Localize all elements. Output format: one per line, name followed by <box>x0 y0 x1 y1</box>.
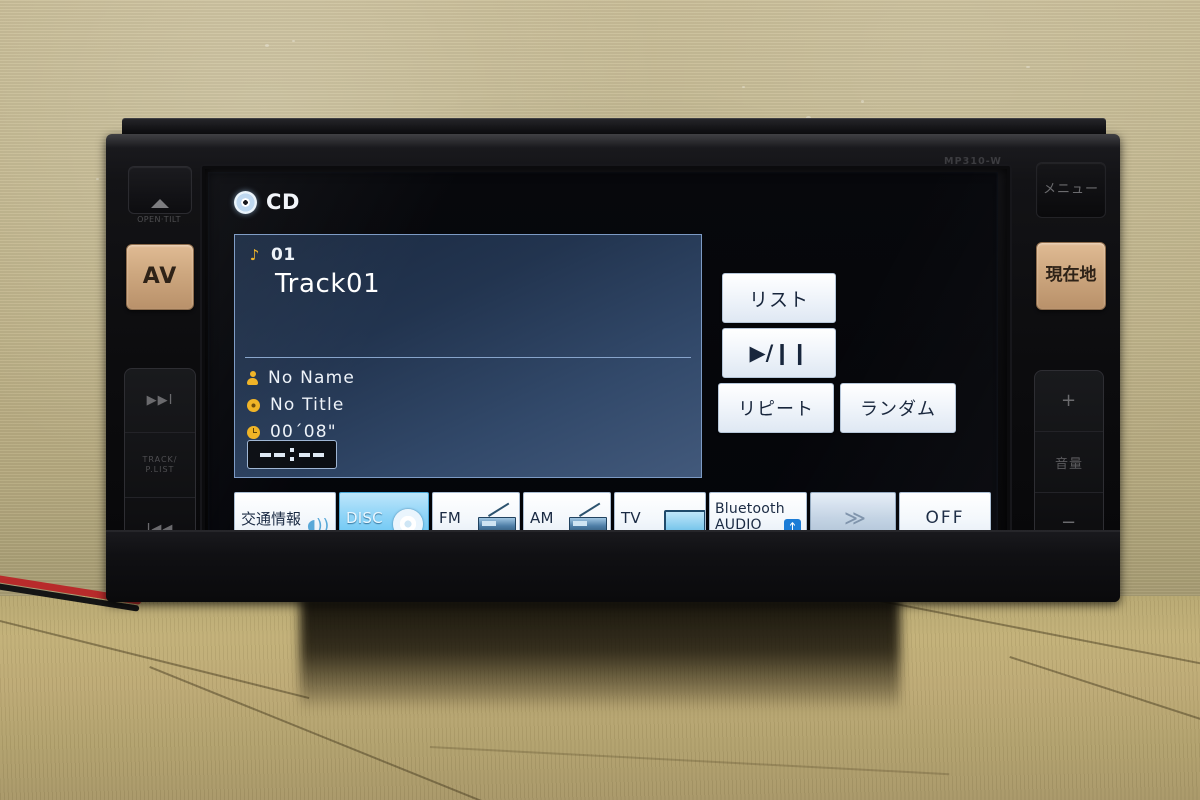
random-button[interactable]: ランダム <box>840 383 956 433</box>
chevron-right-icon: ≫ <box>844 506 866 530</box>
volume-text: 音量 <box>1054 456 1083 472</box>
disc-label: DISC <box>346 509 383 527</box>
elapsed-time: 00´08" <box>270 422 337 442</box>
track-number-row: ♪ 01 <box>247 245 296 265</box>
device-shadow <box>300 596 900 711</box>
track-metadata-list: No Name No Title 00´08" <box>247 368 355 442</box>
cd-disc-icon <box>234 190 257 214</box>
bluetooth-label-line1: Bluetooth <box>715 501 785 518</box>
repeat-button-label: リピート <box>738 399 814 420</box>
volume-up-button[interactable]: + <box>1035 371 1103 431</box>
music-note-icon: ♪ <box>249 245 260 264</box>
clock-dash <box>260 452 271 457</box>
track-playlist-label: TRACK/ P.LIST <box>125 432 195 496</box>
antenna-icon <box>487 502 510 517</box>
plus-icon: + <box>1060 390 1078 411</box>
volume-label: 音量 <box>1035 431 1103 492</box>
metadata-row-artist: No Name <box>247 368 355 388</box>
tv-label: TV <box>621 509 641 527</box>
clock-dash <box>299 452 310 457</box>
source-title: CD <box>266 190 301 214</box>
repeat-button[interactable]: リピート <box>718 383 834 433</box>
lcd-touchscreen[interactable]: CD ♪ 01 Track01 No Name No Title 00´08" … <box>208 172 998 562</box>
model-number-label: MP310-W <box>944 156 1002 167</box>
clock-dash <box>274 452 285 457</box>
unit-bottom-edge <box>106 530 1120 602</box>
person-icon <box>247 371 258 385</box>
track-label-line1: TRACK/ <box>142 454 178 464</box>
list-button-label: リスト <box>748 288 809 311</box>
metadata-row-time: 00´08" <box>247 422 355 442</box>
left-button-column: OPEN·TILT AV ▶▶I TRACK/ P.LIST <box>120 158 198 578</box>
car-audio-head-unit: MP310-W OPEN·TILT AV ▶▶I TRACK/ P.LIST メ… <box>106 118 1120 603</box>
clock-icon <box>247 425 260 439</box>
bluetooth-label: Bluetooth AUDIO <box>710 501 785 533</box>
unit-faceplate: MP310-W OPEN·TILT AV ▶▶I TRACK/ P.LIST メ… <box>106 134 1120 603</box>
av-button[interactable]: AV <box>126 244 194 310</box>
clock-dash <box>313 452 324 457</box>
open-tilt-label: OPEN·TILT <box>137 215 181 224</box>
list-button[interactable]: リスト <box>722 273 836 323</box>
current-location-button[interactable]: 現在地 <box>1036 242 1106 310</box>
current-location-label: 現在地 <box>1045 265 1097 286</box>
eject-open-tilt-button[interactable] <box>128 166 192 214</box>
next-track-icon: ▶▶I <box>146 393 174 409</box>
volume-rocker: + 音量 − <box>1034 370 1104 554</box>
am-label: AM <box>530 509 554 527</box>
play-pause-icon: ▶/❙❙ <box>749 341 809 365</box>
panel-divider <box>245 357 691 358</box>
clock-display <box>247 440 337 469</box>
play-pause-button[interactable]: ▶/❙❙ <box>722 328 836 378</box>
menu-button-label: メニュー <box>1042 182 1099 198</box>
disc-icon <box>247 398 260 412</box>
track-title: Track01 <box>275 269 381 299</box>
random-button-label: ランダム <box>860 399 936 420</box>
source-header: CD <box>234 190 300 214</box>
track-number: 01 <box>271 245 296 265</box>
fm-label: FM <box>439 509 461 527</box>
photo-scene: MP310-W OPEN·TILT AV ▶▶I TRACK/ P.LIST メ… <box>0 0 1200 800</box>
track-label-line2: P.LIST <box>145 464 175 474</box>
album-title: No Title <box>270 395 345 415</box>
metadata-row-album: No Title <box>247 395 355 415</box>
av-button-label: AV <box>142 264 178 290</box>
track-next-button[interactable]: ▶▶I <box>125 369 195 432</box>
antenna-icon <box>578 502 601 517</box>
off-label: OFF <box>925 508 965 528</box>
menu-button[interactable]: メニュー <box>1036 162 1106 218</box>
traffic-label: 交通情報 <box>241 509 302 528</box>
artist-name: No Name <box>268 368 356 388</box>
eject-icon <box>151 179 169 208</box>
track-info-panel: ♪ 01 Track01 No Name No Title 00´08" <box>234 234 702 478</box>
clock-colon-icon <box>290 448 294 461</box>
